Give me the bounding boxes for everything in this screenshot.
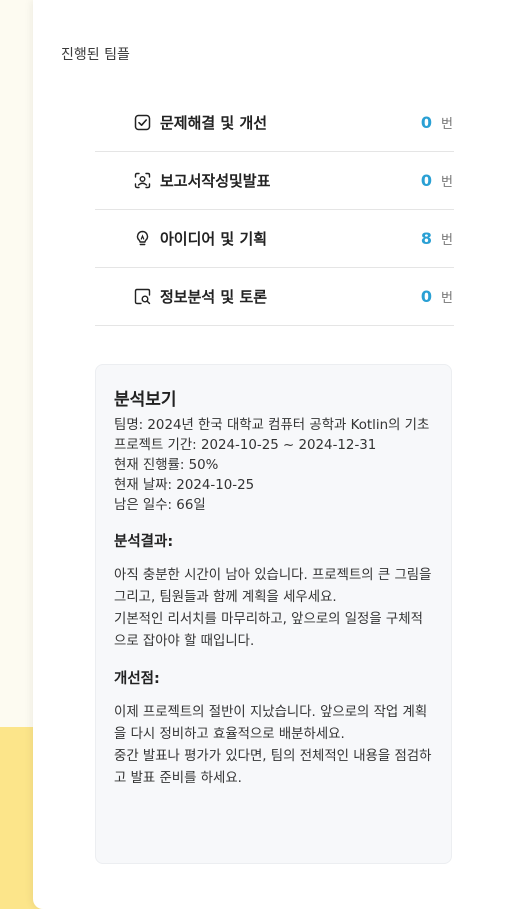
face-scan-icon xyxy=(134,172,151,189)
stat-label: 보고서작성및발표 xyxy=(160,172,271,190)
analysis-card: 분석보기 팀명: 2024년 한국 대학교 컴퓨터 공학과 Kotlin의 기초… xyxy=(95,364,452,864)
progress-rate: 현재 진행률: 50% xyxy=(114,458,219,473)
stat-count: 0 xyxy=(420,171,433,190)
stat-count: 0 xyxy=(420,287,433,306)
stat-label: 정보분석 및 토론 xyxy=(160,288,268,306)
team-name: 팀명: 2024년 한국 대학교 컴퓨터 공학과 Kotlin의 기초 xyxy=(114,418,430,433)
document-search-icon xyxy=(134,288,151,305)
result-text: 아직 충분한 시간이 남아 있습니다. 프로젝트의 큰 그림을 그리고, 팀원들… xyxy=(114,568,432,605)
project-period: 프로젝트 기간: 2024-10-25 ~ 2024-12-31 xyxy=(114,438,377,453)
result-heading: 분석결과: xyxy=(114,534,174,550)
stat-row-info-analysis: 정보분석 및 토론 0 번 xyxy=(95,268,454,326)
stat-count: 8 xyxy=(420,229,433,248)
stat-row-problem-solving: 문제해결 및 개선 0 번 xyxy=(95,94,454,152)
stat-unit: 번 xyxy=(441,117,453,132)
stat-count: 0 xyxy=(420,113,433,132)
improve-text: 이제 프로젝트의 절반이 지났습니다. 앞으로의 작업 계획을 다시 정비하고 … xyxy=(114,705,428,742)
remaining-days: 남은 일수: 66일 xyxy=(114,498,206,513)
stat-unit: 번 xyxy=(441,291,453,306)
stat-label: 문제해결 및 개선 xyxy=(160,114,268,132)
improve-text-2: 중간 발표나 평가가 있다면, 팀의 전체적인 내용을 점검하고 발표 준비를 … xyxy=(114,749,432,786)
stat-row-idea-planning: 아이디어 및 기획 8 번 xyxy=(95,210,454,268)
team-stats-list: 문제해결 및 개선 0 번 보고서작성및발표 0 번 아이디어 및 기획 8 번 xyxy=(95,94,454,326)
improve-heading: 개선점: xyxy=(114,671,160,687)
result-text-2: 기본적인 리서치를 마무리하고, 앞으로의 일정을 구체적으로 잡아야 할 때입… xyxy=(114,612,423,649)
section-title: 진행된 팀플 xyxy=(61,47,130,63)
stat-unit: 번 xyxy=(441,175,453,190)
analysis-title: 분석보기 xyxy=(114,390,177,410)
current-date: 현재 날짜: 2024-10-25 xyxy=(114,478,255,493)
stat-unit: 번 xyxy=(441,233,453,248)
check-square-icon xyxy=(134,114,151,131)
stat-label: 아이디어 및 기획 xyxy=(160,230,268,248)
lightbulb-icon xyxy=(134,230,151,247)
stat-row-report-presentation: 보고서작성및발표 0 번 xyxy=(95,152,454,210)
